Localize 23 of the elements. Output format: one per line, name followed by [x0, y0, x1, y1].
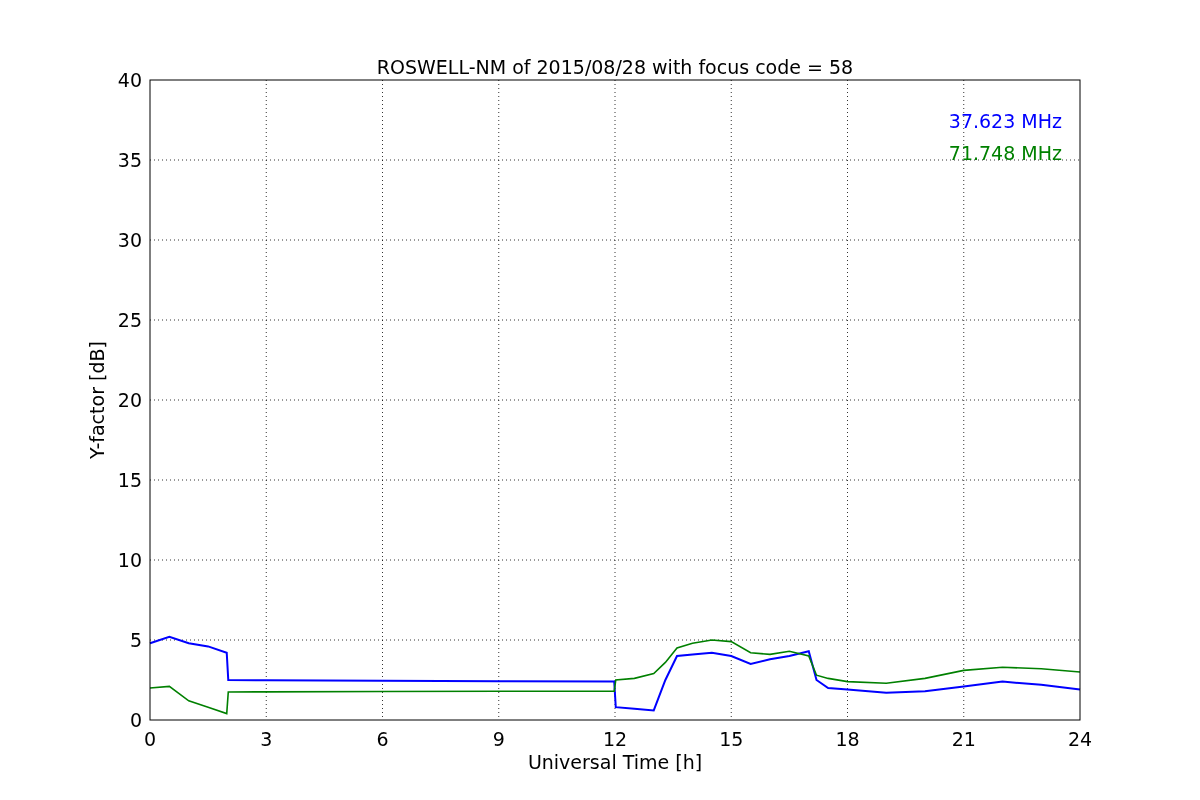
y-tick-label: 20 — [117, 389, 142, 411]
y-tick-label: 5 — [129, 629, 142, 651]
x-tick-label: 12 — [602, 728, 628, 750]
y-tick-label: 30 — [117, 229, 142, 251]
chart-title: ROSWELL-NM of 2015/08/28 with focus code = 58 — [376, 56, 854, 78]
x-tick-label: 21 — [951, 728, 976, 750]
y-tick-label: 35 — [117, 149, 142, 171]
y-tick-label: 25 — [117, 309, 142, 331]
legend-label: 71.748 MHz — [948, 142, 1062, 164]
x-tick-label: 18 — [835, 728, 860, 750]
y-tick-label: 40 — [117, 69, 142, 91]
x-tick-label: 9 — [492, 728, 505, 750]
y-tick-label: 0 — [129, 709, 142, 731]
legend-label: 37.623 MHz — [948, 110, 1062, 132]
x-axis-label: Universal Time [h] — [527, 751, 703, 773]
x-tick-label: 15 — [719, 728, 744, 750]
x-tick-label: 0 — [143, 728, 157, 750]
y-tick-label: 10 — [117, 549, 142, 571]
x-tick-label: 6 — [376, 728, 389, 750]
y-tick-label: 15 — [117, 469, 142, 491]
x-tick-label: 3 — [260, 728, 273, 750]
x-tick-label: 24 — [1067, 728, 1093, 750]
y-axis-label: Y-factor [dB] — [86, 341, 108, 459]
